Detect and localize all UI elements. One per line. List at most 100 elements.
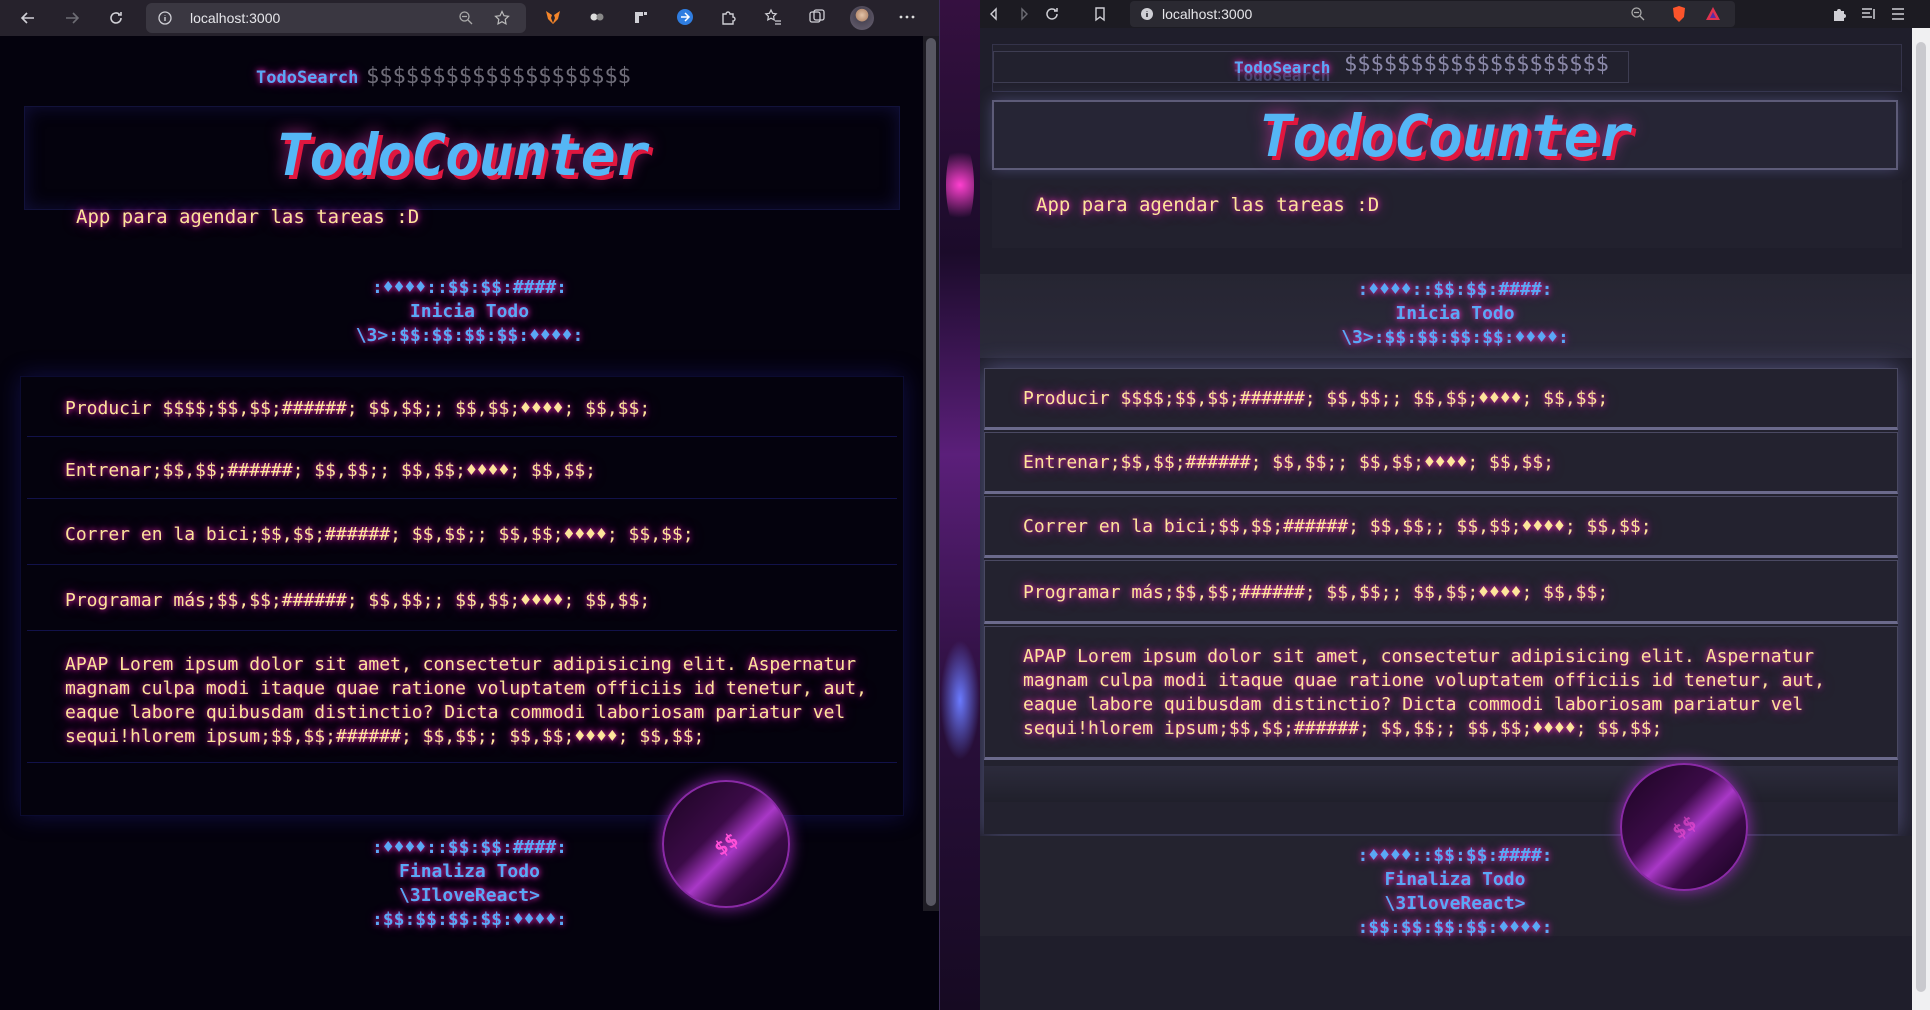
sync-icon[interactable]: [676, 8, 694, 26]
footer-line: :$$:$$:$$:$$:♦♦♦♦:: [1357, 917, 1553, 938]
bookmark-icon[interactable]: [1092, 6, 1108, 22]
puzzle-icon[interactable]: [720, 8, 738, 26]
star-add-icon[interactable]: [494, 10, 510, 26]
search-label: TodoSearch: [256, 68, 359, 88]
todo-text: Programar más;$$,$$;######; $$,$$;; $$,$…: [1023, 582, 1609, 603]
profile-avatar[interactable]: [850, 6, 874, 30]
todo-item[interactable]: Correr en la bici;$$,$$;######; $$,$$;; …: [27, 501, 897, 565]
header-line: \3>:$$:$$:$$:$$:♦♦♦♦:: [355, 325, 584, 346]
info-icon[interactable]: [158, 11, 172, 25]
todo-item[interactable]: Producir $$$$;$$,$$;######; $$,$$;; $$,$…: [984, 368, 1898, 430]
extension-icon[interactable]: [632, 8, 650, 26]
extension-icon[interactable]: [588, 8, 606, 26]
app-subtitle: App para agendar las tareas :D: [76, 206, 420, 228]
todo-text-line: APAP Lorem ipsum dolor sit amet, consect…: [65, 654, 857, 675]
reader-icon[interactable]: [1860, 6, 1876, 22]
todo-text: Producir $$$$;$$,$$;######; $$,$$;; $$,$…: [65, 398, 651, 419]
todo-item[interactable]: APAP Lorem ipsum dolor sit amet, consect…: [984, 626, 1898, 760]
todo-item[interactable]: Producir $$$$;$$,$$;######; $$,$$;; $$,$…: [27, 377, 897, 437]
todo-counter-panel: TodoCounter: [24, 106, 900, 210]
create-todo-button[interactable]: $$: [1620, 763, 1748, 891]
refresh-icon[interactable]: [106, 8, 126, 28]
right-scrollbar[interactable]: [1912, 28, 1930, 1010]
footer-line: Finaliza Todo: [1384, 869, 1526, 890]
footer-line: \3IloveReact>: [399, 885, 540, 906]
address-bar[interactable]: localhost:3000: [1130, 1, 1735, 27]
scrollbar-thumb[interactable]: [926, 38, 936, 906]
todo-search[interactable]: TodoSearch $$$$$$$$$$$$$$$$$$$$: [256, 62, 631, 90]
left-toolbar: localhost:3000: [0, 0, 939, 36]
todo-counter-title: TodoCounter: [275, 121, 649, 189]
todo-search[interactable]: TodoSearch TodoSearch $$$$$$$$$$$$$$$$$$…: [993, 51, 1629, 85]
todo-text-line: eaque labore quibusdam distinctio? Dicta…: [1023, 694, 1804, 715]
search-input[interactable]: $$$$$$$$$$$$$$$$$$$$: [1344, 52, 1609, 77]
fab-label: $$: [1667, 810, 1701, 844]
footer-line: \3IloveReact>: [1384, 893, 1526, 914]
metamask-icon[interactable]: [544, 8, 562, 26]
header-line: :♦♦♦♦::$$:$$:####:: [1357, 279, 1553, 300]
todo-header: :♦♦♦♦::$$:$$:####: Inicia Todo \3>:$$:$$…: [980, 274, 1930, 358]
back-icon[interactable]: [986, 6, 1002, 22]
left-scrollbar[interactable]: [923, 36, 939, 911]
list-spacer: [984, 766, 1898, 802]
header-line: Inicia Todo: [409, 301, 530, 322]
zoom-icon[interactable]: [458, 10, 474, 26]
scrollbar-thumb[interactable]: [1916, 42, 1926, 992]
todo-header: :♦♦♦♦::$$:$$:####: Inicia Todo \3>:$$:$$…: [0, 276, 939, 348]
todo-list: Producir $$$$;$$,$$;######; $$,$$;; $$,$…: [20, 376, 904, 816]
todo-text-line: sequi!hlorem ipsum;$$,$$;######; $$,$$;;…: [1023, 718, 1663, 739]
todo-text: Correr en la bici;$$,$$;######; $$,$$;; …: [65, 524, 694, 545]
search-input[interactable]: $$$$$$$$$$$$$$$$$$$$: [366, 64, 631, 89]
todo-text-line: magnam culpa modi itaque quae ratione vo…: [1023, 670, 1825, 691]
todo-item[interactable]: Entrenar;$$,$$;######; $$,$$;; $$,$$;♦♦♦…: [984, 432, 1898, 494]
forward-icon[interactable]: [1016, 6, 1032, 22]
todo-item[interactable]: Correr en la bici;$$,$$;######; $$,$$;; …: [984, 496, 1898, 558]
todo-search-panel: TodoSearch TodoSearch $$$$$$$$$$$$$$$$$$…: [992, 44, 1902, 92]
todo-text-line: eaque labore quibusdam distinctio? Dicta…: [65, 702, 846, 723]
todo-text: Producir $$$$;$$,$$;######; $$,$$;; $$,$…: [1023, 388, 1609, 409]
header-line: Inicia Todo: [1395, 303, 1515, 324]
todo-text: Correr en la bici;$$,$$;######; $$,$$;; …: [1023, 516, 1652, 537]
more-icon[interactable]: [898, 8, 916, 26]
menu-icon[interactable]: [1890, 6, 1906, 22]
footer-line: :♦♦♦♦::$$:$$:####:: [371, 837, 568, 858]
subtitle-panel: App para agendar las tareas :D: [992, 180, 1902, 248]
app-subtitle: App para agendar las tareas :D: [1036, 194, 1380, 216]
collections-icon[interactable]: [808, 8, 826, 26]
todo-counter-panel: TodoCounter: [992, 100, 1898, 170]
todo-item[interactable]: Entrenar;$$,$$;######; $$,$$;; $$,$$;♦♦♦…: [27, 439, 897, 499]
todo-text-line: magnam culpa modi itaque quae ratione vo…: [65, 678, 867, 699]
todo-item[interactable]: Programar más;$$,$$;######; $$,$$;; $$,$…: [984, 560, 1898, 624]
refresh-icon[interactable]: [1044, 6, 1060, 22]
address-text: localhost:3000: [190, 10, 281, 26]
create-todo-button[interactable]: $$: [662, 780, 790, 908]
header-line: :♦♦♦♦::$$:$$:####:: [371, 277, 568, 298]
left-browser-window: localhost:3000 TodoSearch $$$$$$$$$$$$$$…: [0, 0, 940, 1010]
brave-shield-icon[interactable]: [1670, 5, 1688, 23]
todo-text: Programar más;$$,$$;######; $$,$$;; $$,$…: [65, 590, 651, 611]
todo-text: Entrenar;$$,$$;######; $$,$$;; $$,$$;♦♦♦…: [1023, 452, 1555, 473]
forward-icon[interactable]: [62, 8, 82, 28]
favorites-icon[interactable]: [764, 8, 782, 26]
zoom-icon[interactable]: [1630, 6, 1646, 22]
left-page: TodoSearch $$$$$$$$$$$$$$$$$$$$ TodoCoun…: [0, 36, 939, 1010]
header-line: \3>:$$:$$:$$:$$:♦♦♦♦:: [1341, 327, 1569, 348]
todo-list: Producir $$$$;$$,$$;######; $$,$$;; $$,$…: [984, 368, 1898, 834]
todo-text: Entrenar;$$,$$;######; $$,$$;; $$,$$;♦♦♦…: [65, 460, 597, 481]
address-bar[interactable]: localhost:3000: [146, 3, 526, 33]
todo-text-line: sequi!hlorem ipsum;$$,$$;######; $$,$$;;…: [65, 726, 705, 747]
footer-line: :$$:$$:$$:$$:♦♦♦♦:: [371, 909, 568, 930]
brave-rewards-icon[interactable]: [1704, 5, 1722, 23]
info-icon[interactable]: [1140, 7, 1154, 21]
todo-text-line: APAP Lorem ipsum dolor sit amet, consect…: [1023, 646, 1815, 667]
back-icon[interactable]: [18, 8, 38, 28]
todo-item[interactable]: APAP Lorem ipsum dolor sit amet, consect…: [27, 633, 897, 763]
puzzle-icon[interactable]: [1832, 6, 1848, 22]
todo-item[interactable]: Programar más;$$,$$;######; $$,$$;; $$,$…: [27, 567, 897, 631]
address-text: localhost:3000: [1162, 6, 1253, 22]
todo-footer: :♦♦♦♦::$$:$$:####: Finaliza Todo \3Ilove…: [0, 836, 939, 932]
right-browser-window: localhost:3000 TodoSearch TodoSearch $$$…: [980, 0, 1930, 1010]
search-label: TodoSearch: [1234, 58, 1331, 77]
right-toolbar: localhost:3000: [980, 0, 1930, 28]
right-page: TodoSearch TodoSearch $$$$$$$$$$$$$$$$$$…: [980, 28, 1930, 1010]
